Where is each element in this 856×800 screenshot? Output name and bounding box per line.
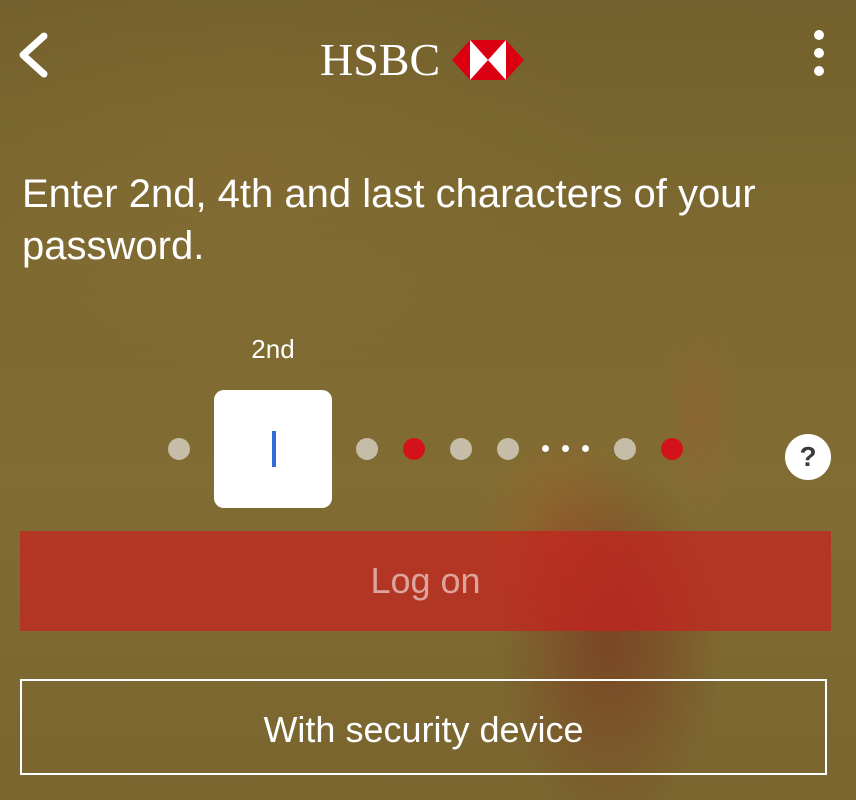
more-vertical-icon — [804, 30, 834, 76]
password-instruction: Enter 2nd, 4th and last characters of yo… — [22, 172, 756, 268]
back-button[interactable] — [14, 32, 54, 78]
security-device-button[interactable]: With security device — [20, 679, 827, 775]
logo-text: HSBC — [320, 34, 441, 85]
password-position-last-required-dot — [661, 438, 683, 460]
hsbc-hexagon-icon — [452, 40, 525, 80]
password-position-4-required-dot — [403, 438, 425, 460]
password-position-6-dot — [497, 438, 519, 460]
current-character-label: 2nd — [251, 334, 295, 364]
password-position-5-dot — [450, 438, 472, 460]
top-bar: HSBC — [0, 0, 856, 110]
help-icon: ? — [799, 441, 817, 472]
more-options-button[interactable] — [804, 30, 834, 82]
hsbc-logo: HSBC — [320, 34, 525, 85]
chevron-left-icon — [19, 32, 48, 78]
log-on-button[interactable]: Log on — [20, 531, 831, 631]
help-button[interactable]: ? — [785, 434, 831, 480]
password-position-3-dot — [356, 438, 378, 460]
text-caret — [272, 431, 276, 467]
password-position-1-dot — [168, 438, 190, 460]
password-position-second-last-dot — [614, 438, 636, 460]
